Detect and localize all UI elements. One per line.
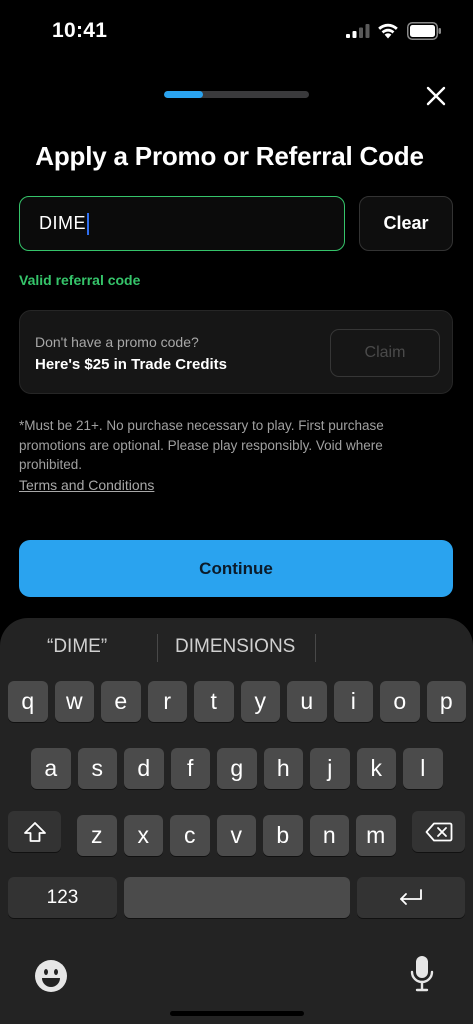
close-icon (426, 86, 446, 106)
progress-bar (164, 91, 309, 98)
key-o[interactable]: o (380, 681, 420, 722)
claim-button[interactable]: Claim (330, 329, 440, 377)
key-b[interactable]: b (263, 815, 303, 856)
progress-fill (164, 91, 204, 98)
suggestion-divider (315, 634, 316, 662)
status-time: 10:41 (52, 19, 108, 42)
key-l[interactable]: l (403, 748, 443, 789)
code-input[interactable]: DIME (19, 196, 345, 251)
key-i[interactable]: i (333, 681, 373, 722)
key-j[interactable]: j (310, 748, 350, 789)
delete-icon (425, 822, 452, 841)
key-c[interactable]: c (170, 815, 210, 856)
key-e[interactable]: e (101, 681, 141, 722)
key-p[interactable]: p (426, 681, 466, 722)
terms-link[interactable]: Terms and Conditions (19, 477, 154, 493)
key-t[interactable]: t (194, 681, 234, 722)
microphone-icon (410, 956, 434, 992)
emoji-icon (35, 960, 67, 992)
wifi-icon (378, 23, 398, 39)
key-q[interactable]: q (8, 681, 48, 722)
delete-key[interactable] (412, 811, 465, 852)
key-w[interactable]: w (54, 681, 94, 722)
battery-icon (407, 22, 441, 40)
signal-icon (346, 24, 370, 38)
shift-key[interactable] (8, 811, 61, 852)
disclaimer-text: *Must be 21+. No purchase necessary to p… (19, 418, 384, 472)
keyboard: “DIME” DIMENSIONS qwertyuiop asdfghjkl zxc… (0, 618, 473, 1024)
promo-offer: Here's $25 in Trade Credits (35, 356, 227, 373)
key-k[interactable]: k (356, 748, 396, 789)
microphone-key[interactable] (404, 951, 440, 997)
continue-button[interactable]: Continue (19, 540, 453, 597)
key-s[interactable]: s (77, 748, 117, 789)
key-m[interactable]: m (356, 815, 396, 856)
key-d[interactable]: d (124, 748, 164, 789)
key-n[interactable]: n (309, 815, 349, 856)
promo-question: Don't have a promo code? (35, 334, 199, 350)
promo-card: Don't have a promo code? Here's $25 in T… (19, 310, 453, 394)
key-v[interactable]: v (216, 815, 256, 856)
key-y[interactable]: y (240, 681, 280, 722)
code-input-value: DIME (39, 213, 86, 233)
space-key[interactable] (124, 877, 350, 918)
key-r[interactable]: r (147, 681, 187, 722)
key-g[interactable]: g (217, 748, 257, 789)
key-h[interactable]: h (263, 748, 303, 789)
key-z[interactable]: z (77, 815, 117, 856)
close-button[interactable] (419, 79, 453, 113)
numbers-key[interactable]: 123 (8, 877, 117, 918)
key-x[interactable]: x (123, 815, 163, 856)
suggestion-dimensions[interactable]: DIMENSIONS (175, 636, 295, 662)
page-title: Apply a Promo or Referral Code (35, 141, 424, 171)
shift-icon (23, 821, 46, 842)
suggestion-divider (157, 634, 158, 662)
emoji-key[interactable] (30, 955, 72, 997)
key-a[interactable]: a (31, 748, 71, 789)
return-icon (400, 888, 422, 905)
key-u[interactable]: u (287, 681, 327, 722)
key-f[interactable]: f (170, 748, 210, 789)
status-bar: 10:41 (0, 0, 473, 62)
suggestion-typed[interactable]: “DIME” (47, 636, 107, 662)
validation-message: Valid referral code (19, 272, 141, 288)
return-key[interactable] (357, 877, 465, 918)
clear-button[interactable]: Clear (359, 196, 453, 251)
text-caret (87, 212, 89, 235)
home-indicator (170, 1011, 304, 1016)
